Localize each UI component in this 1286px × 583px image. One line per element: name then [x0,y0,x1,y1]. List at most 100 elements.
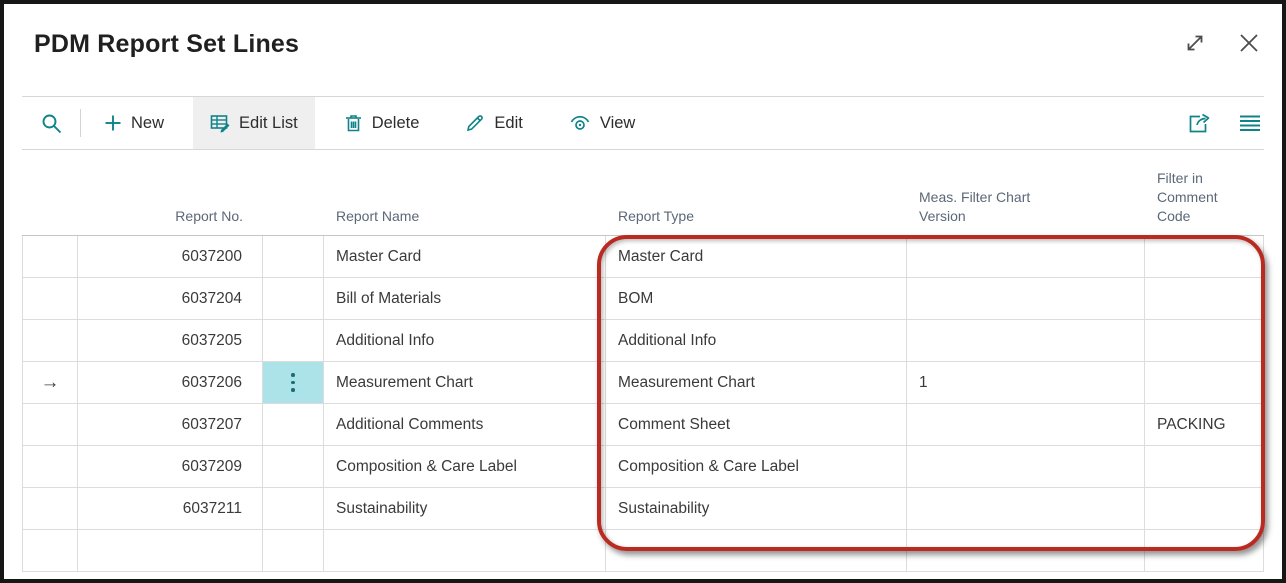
row-indicator-cell [22,446,78,488]
column-header-filter-in-comment-code[interactable]: Filter in Comment Code [1145,150,1264,235]
row-menu-cell[interactable] [263,320,324,362]
cell-filter-in-comment-code[interactable] [1145,278,1264,320]
cell-report-name[interactable]: Composition & Care Label [324,446,606,488]
edit-list-button[interactable]: Edit List [193,97,315,149]
table-row[interactable]: 6037209 Composition & Care LabelCompositi… [22,446,1264,488]
cell-report-name[interactable]: Additional Comments [324,404,606,446]
row-menu-cell[interactable] [263,236,324,278]
cell-report-no[interactable]: 6037209 [78,446,263,488]
table-row[interactable]: 6037205 Additional InfoAdditional Info [22,320,1264,362]
edit-button[interactable]: Edit [448,97,539,149]
new-button[interactable]: New [87,97,181,149]
column-header-meas-filter-chart-version[interactable]: Meas. Filter Chart Version [907,150,1145,235]
toolbar-divider [80,109,81,137]
cell-report-name[interactable]: Master Card [324,236,606,278]
options-list-icon[interactable] [1238,113,1262,133]
row-menu-cell[interactable] [263,362,324,404]
column-header-report-name[interactable]: Report Name [324,150,606,235]
close-icon[interactable] [1234,28,1264,58]
table-row[interactable] [22,530,1264,572]
cell-report-type[interactable] [606,530,907,572]
cell-filter-in-comment-code[interactable] [1145,236,1264,278]
cell-report-type[interactable]: BOM [606,278,907,320]
column-header-report-no[interactable]: Report No. [78,150,263,235]
cell-meas-filter-chart-version[interactable] [907,320,1145,362]
page-title: PDM Report Set Lines [4,4,1282,59]
cell-report-type[interactable]: Master Card [606,236,907,278]
eye-icon [569,114,591,132]
column-header-row-menu [263,150,324,235]
cell-report-type[interactable]: Composition & Care Label [606,446,907,488]
cell-meas-filter-chart-version[interactable] [907,404,1145,446]
cell-report-type[interactable]: Measurement Chart [606,362,907,404]
cell-report-name[interactable]: Additional Info [324,320,606,362]
delete-button[interactable]: Delete [327,97,437,149]
row-menu-cell[interactable] [263,530,324,572]
view-button[interactable]: View [552,97,652,149]
cell-meas-filter-chart-version[interactable] [907,530,1145,572]
row-menu-cell[interactable] [263,488,324,530]
action-toolbar: New Edit List [22,96,1264,150]
delete-button-label: Delete [372,114,420,133]
selected-row-arrow-icon: → [41,372,60,394]
row-indicator-cell [22,404,78,446]
pdm-report-set-lines-window: PDM Report Set Lines [0,0,1286,583]
cell-filter-in-comment-code[interactable] [1145,488,1264,530]
cell-meas-filter-chart-version[interactable]: 1 [907,362,1145,404]
cell-filter-in-comment-code[interactable] [1145,530,1264,572]
row-indicator-cell [22,530,78,572]
cell-report-no[interactable]: 6037206 [78,362,263,404]
cell-report-name[interactable] [324,530,606,572]
cell-report-no[interactable]: 6037205 [78,320,263,362]
cell-report-name[interactable]: Sustainability [324,488,606,530]
cell-report-no[interactable]: 6037204 [78,278,263,320]
cell-report-type[interactable]: Comment Sheet [606,404,907,446]
search-icon[interactable] [22,97,80,149]
trash-icon [344,113,363,133]
cell-meas-filter-chart-version[interactable] [907,236,1145,278]
cell-report-name[interactable]: Measurement Chart [324,362,606,404]
cell-report-no[interactable]: 6037211 [78,488,263,530]
table-row[interactable]: 6037200 Master CardMaster Card [22,236,1264,278]
edit-button-label: Edit [494,114,522,133]
cell-report-type[interactable]: Sustainability [606,488,907,530]
window-controls [1180,28,1264,58]
row-menu-cell[interactable] [263,446,324,488]
cell-report-no[interactable]: 6037200 [78,236,263,278]
cell-meas-filter-chart-version[interactable] [907,278,1145,320]
table-row[interactable]: 6037207 Additional CommentsComment Sheet P… [22,404,1264,446]
cell-filter-in-comment-code[interactable]: PACKING [1145,404,1264,446]
new-button-label: New [131,114,164,133]
plus-icon [104,114,122,132]
cell-filter-in-comment-code[interactable] [1145,446,1264,488]
row-indicator-cell [22,488,78,530]
column-header-report-type[interactable]: Report Type [606,150,907,235]
cell-filter-in-comment-code[interactable] [1145,320,1264,362]
view-button-label: View [600,114,635,133]
toolbar-right-icons [1188,97,1264,149]
share-icon[interactable] [1188,112,1212,134]
table-body: 6037200 Master CardMaster Card 6037204 Bill… [22,236,1264,572]
cell-report-type[interactable]: Additional Info [606,320,907,362]
row-indicator-cell [22,320,78,362]
pencil-icon [465,113,485,133]
titlebar: PDM Report Set Lines [4,4,1282,96]
cell-meas-filter-chart-version[interactable] [907,446,1145,488]
row-menu-cell[interactable] [263,404,324,446]
cell-report-no[interactable] [78,530,263,572]
cell-report-name[interactable]: Bill of Materials [324,278,606,320]
cell-report-no[interactable]: 6037207 [78,404,263,446]
table-header-row: Report No. Report Name Report Type Meas.… [22,150,1264,236]
table-row[interactable]: 6037211 SustainabilitySustainability [22,488,1264,530]
table-row[interactable]: 6037204 Bill of MaterialsBOM [22,278,1264,320]
report-lines-table: Report No. Report Name Report Type Meas.… [22,150,1264,572]
row-menu-cell[interactable] [263,278,324,320]
expand-icon[interactable] [1180,28,1210,58]
row-indicator-cell [22,278,78,320]
vertical-ellipsis-icon[interactable] [291,373,295,392]
edit-list-icon [210,113,230,133]
cell-meas-filter-chart-version[interactable] [907,488,1145,530]
edit-list-button-label: Edit List [239,114,298,133]
table-row[interactable]: → 6037206 Measurement ChartMeasurement Cha… [22,362,1264,404]
cell-filter-in-comment-code[interactable] [1145,362,1264,404]
